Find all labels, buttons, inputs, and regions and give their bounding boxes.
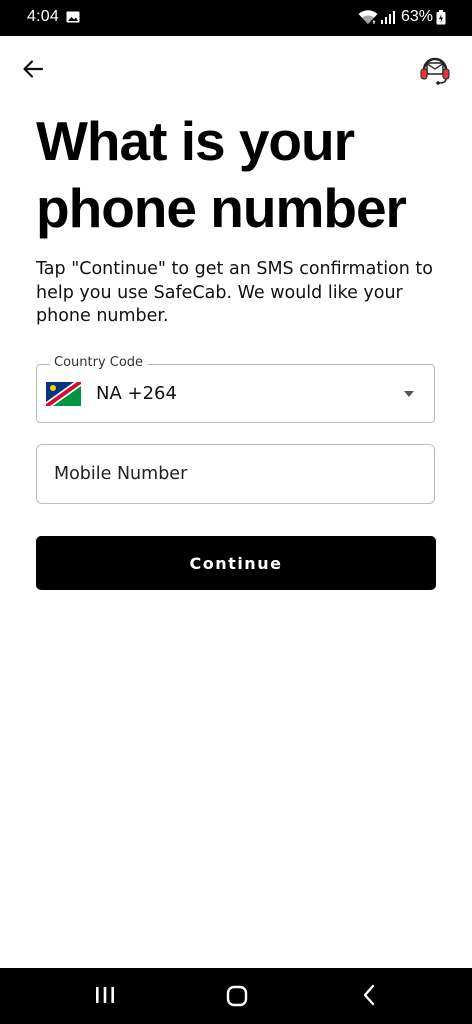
battery-icon [436, 10, 446, 25]
arrow-left-icon [23, 60, 44, 78]
back-button[interactable] [18, 54, 48, 84]
home-icon[interactable] [226, 985, 248, 1007]
country-code-value: NA +264 [96, 383, 177, 404]
continue-button[interactable]: Continue [36, 536, 436, 590]
status-time: 4:04 [27, 8, 59, 25]
headset-support-icon [420, 57, 450, 85]
page-subtitle: Tap "Continue" to get an SMS confirmatio… [36, 259, 433, 326]
chevron-down-icon [404, 391, 414, 397]
mobile-number-field[interactable] [36, 444, 435, 504]
signal-icon [381, 11, 395, 24]
wifi-icon [358, 10, 378, 24]
namibia-flag-icon [46, 382, 81, 406]
country-code-label: Country Code [50, 355, 148, 371]
country-code-select[interactable]: Country Code NA +264 [36, 355, 435, 423]
page-title: What is your phone number [36, 110, 407, 239]
back-icon[interactable] [361, 984, 377, 1006]
mobile-number-input[interactable] [37, 445, 434, 503]
image-icon [66, 11, 80, 23]
recents-icon[interactable] [94, 985, 116, 1005]
status-bar: 4:04 63% [0, 0, 472, 36]
navigation-bar [0, 968, 472, 1024]
battery-percent: 63% [401, 8, 434, 25]
support-button[interactable] [418, 52, 452, 86]
